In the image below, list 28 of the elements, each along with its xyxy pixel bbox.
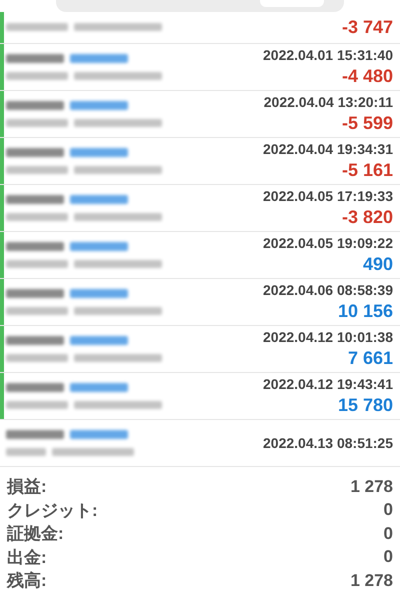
- trade-time: 2022.04.12 10:01:38: [263, 329, 393, 345]
- summary-label: クレジット:: [7, 500, 98, 522]
- summary-value: 0: [384, 524, 393, 544]
- summary-value: 1 278: [350, 570, 393, 591]
- trade-profit: -5 161: [342, 160, 393, 181]
- trade-time: 2022.04.05 19:09:22: [263, 235, 393, 251]
- trade-profit: -5 599: [342, 113, 393, 134]
- trade-profit: 10 156: [338, 301, 393, 322]
- trade-profit: -3 820: [342, 207, 393, 228]
- trade-profit: -4 480: [342, 66, 393, 87]
- trade-time: 2022.04.04 13:20:11: [264, 94, 393, 110]
- trade-time: 2022.04.04 19:34:31: [263, 141, 393, 157]
- summary-label: 証拠金:: [7, 523, 64, 546]
- summary-label: 残高:: [7, 570, 47, 592]
- trade-time: 2022.04.12 19:43:41: [263, 376, 393, 392]
- summary-label: 損益:: [7, 476, 47, 498]
- trade-time: 2022.04.06 08:58:39: [263, 282, 393, 298]
- trade-time: 2022.04.01 15:31:40: [263, 47, 393, 63]
- trade-profit: 7 661: [348, 348, 393, 369]
- summary-value: 0: [384, 500, 393, 520]
- summary-label: 出金:: [7, 546, 47, 569]
- summary-value: 0: [384, 547, 393, 568]
- trade-profit: 15 780: [338, 395, 393, 416]
- trade-time: 2022.04.05 17:19:33: [263, 188, 393, 204]
- trade-time: 2022.04.13 08:51:25: [263, 435, 393, 451]
- trade-profit: 490: [362, 254, 393, 275]
- summary-value: 1 278: [350, 476, 393, 497]
- trade-profit: -3 747: [342, 17, 393, 38]
